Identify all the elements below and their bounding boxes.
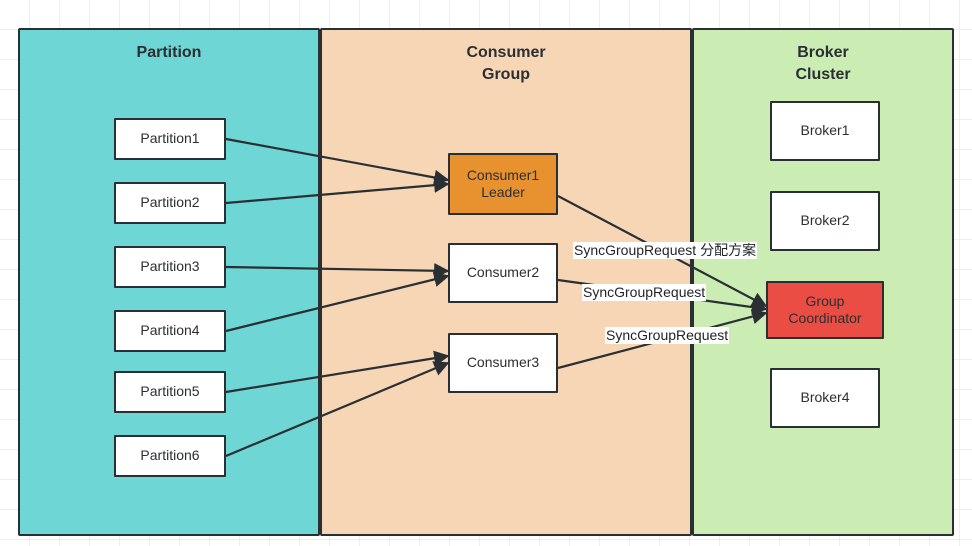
edge-label-syncgrouprequest-assignment: SyncGroupRequest 分配方案 [573,242,758,259]
consumer-group-panel-title: Consumer Group [466,44,546,83]
broker-box-4[interactable]: Broker4 [770,368,880,428]
consumer-box-3[interactable]: Consumer3 [448,333,558,393]
consumer-box-2[interactable]: Consumer2 [448,243,558,303]
broker-box-1[interactable]: Broker1 [770,101,880,161]
partition-box-5[interactable]: Partition5 [114,371,226,413]
partition-box-6[interactable]: Partition6 [114,435,226,477]
broker-box-2[interactable]: Broker2 [770,191,880,251]
group-coordinator-box[interactable]: Group Coordinator [766,281,884,339]
partition-box-2[interactable]: Partition2 [114,182,226,224]
diagram-canvas: Partition Consumer Group Broker Cluster [0,0,972,546]
partition-box-3[interactable]: Partition3 [114,246,226,288]
partition-box-1[interactable]: Partition1 [114,118,226,160]
consumer-box-1-leader[interactable]: Consumer1 Leader [448,153,558,215]
partition-box-4[interactable]: Partition4 [114,310,226,352]
partition-panel-title: Partition [136,44,202,61]
edge-label-syncgrouprequest-consumer2: SyncGroupRequest [582,284,707,301]
edge-label-syncgrouprequest-consumer3: SyncGroupRequest [605,327,730,344]
broker-cluster-panel-title: Broker Cluster [795,44,851,83]
